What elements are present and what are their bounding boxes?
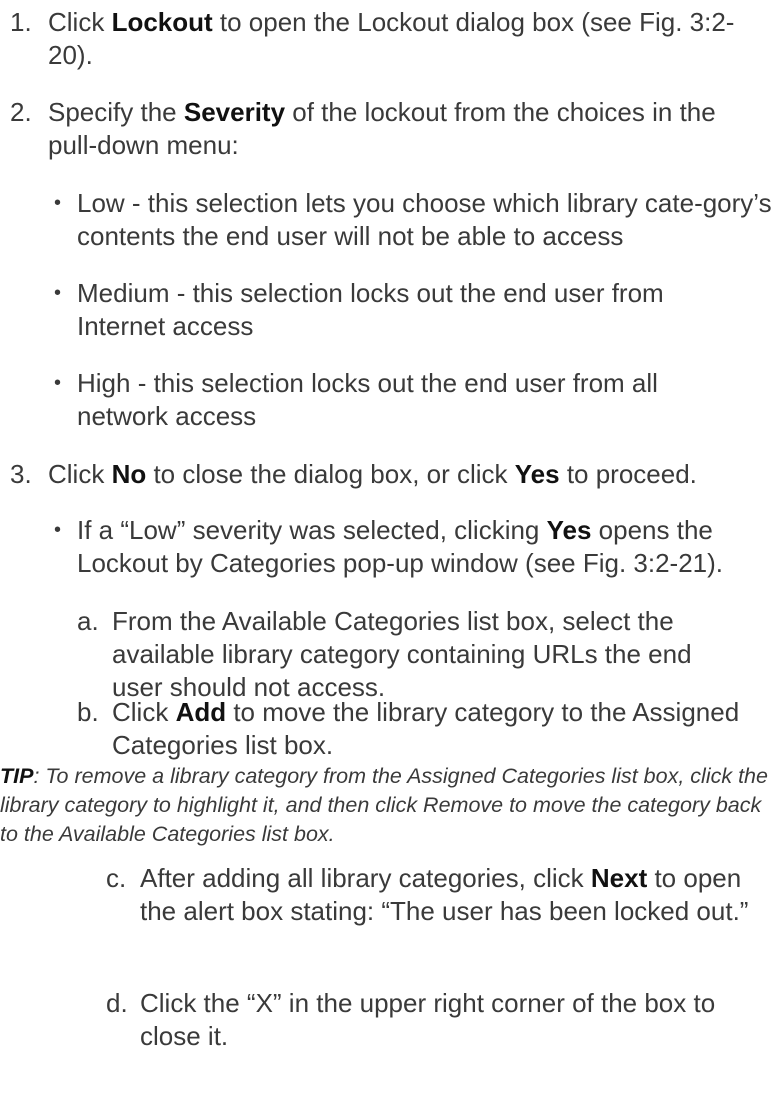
substep-text: Click Add to move the library category t… (112, 697, 740, 760)
no-term: No (111, 459, 147, 489)
bullet-glyph: • (54, 282, 62, 304)
step-text: Specify the Severity of the lockout from… (48, 97, 716, 160)
substep-b: b. Click Add to move the library category… (0, 696, 783, 762)
tip-text: : To remove a library category from the … (0, 764, 768, 846)
step-number: 1. (10, 7, 32, 37)
substep-a: a. From the Available Categories list bo… (0, 605, 783, 704)
bullet-glyph: • (54, 192, 62, 214)
substep-letter: b. (77, 697, 99, 727)
step-3: 3. Click No to close the dialog box, or … (0, 458, 783, 491)
list-item-text: High - this selection locks out the end … (77, 368, 658, 431)
add-term: Add (175, 697, 227, 727)
yes-term: Yes (514, 459, 560, 489)
step-number: 3. (10, 459, 32, 489)
bullet-glyph: • (54, 372, 62, 394)
substep-text: From the Available Categories list box, … (112, 606, 692, 702)
bullet-glyph: • (54, 519, 62, 541)
list-item: • If a “Low” severity was selected, clic… (0, 514, 783, 580)
substep-d: d. Click the “X” in the upper right corn… (0, 987, 783, 1053)
step-2: 2. Specify the Severity of the lockout f… (0, 96, 783, 162)
step-text: Click Lockout to open the Lockout dialog… (48, 7, 735, 70)
list-item: • Medium - this selection locks out the … (0, 277, 783, 343)
yes-term: Yes (546, 515, 592, 545)
tip-note: TIP: To remove a library category from t… (0, 762, 775, 849)
step-1: 1. Click Lockout to open the Lockout dia… (0, 6, 783, 72)
substep-text: After adding all library categories, cli… (140, 863, 749, 926)
list-item: • Low - this selection lets you choose w… (0, 187, 783, 253)
step-number: 2. (10, 97, 32, 127)
lockout-term: Lockout (111, 7, 213, 37)
substep-text: Click the “X” in the upper right corner … (140, 988, 716, 1051)
list-item: • High - this selection locks out the en… (0, 367, 783, 433)
list-item-text: If a “Low” severity was selected, clicki… (77, 515, 724, 578)
step-text: Click No to close the dialog box, or cli… (48, 459, 697, 489)
tip-label: TIP (0, 764, 34, 788)
substep-letter: a. (77, 606, 99, 636)
substep-letter: d. (106, 988, 128, 1018)
next-term: Next (590, 863, 648, 893)
substep-c: c. After adding all library categories, … (0, 862, 783, 928)
list-item-text: Low - this selection lets you choose whi… (77, 188, 772, 251)
severity-term: Severity (183, 97, 286, 127)
list-item-text: Medium - this selection locks out the en… (77, 278, 664, 341)
document-page: 1. Click Lockout to open the Lockout dia… (0, 0, 783, 1109)
substep-letter: c. (106, 863, 127, 893)
